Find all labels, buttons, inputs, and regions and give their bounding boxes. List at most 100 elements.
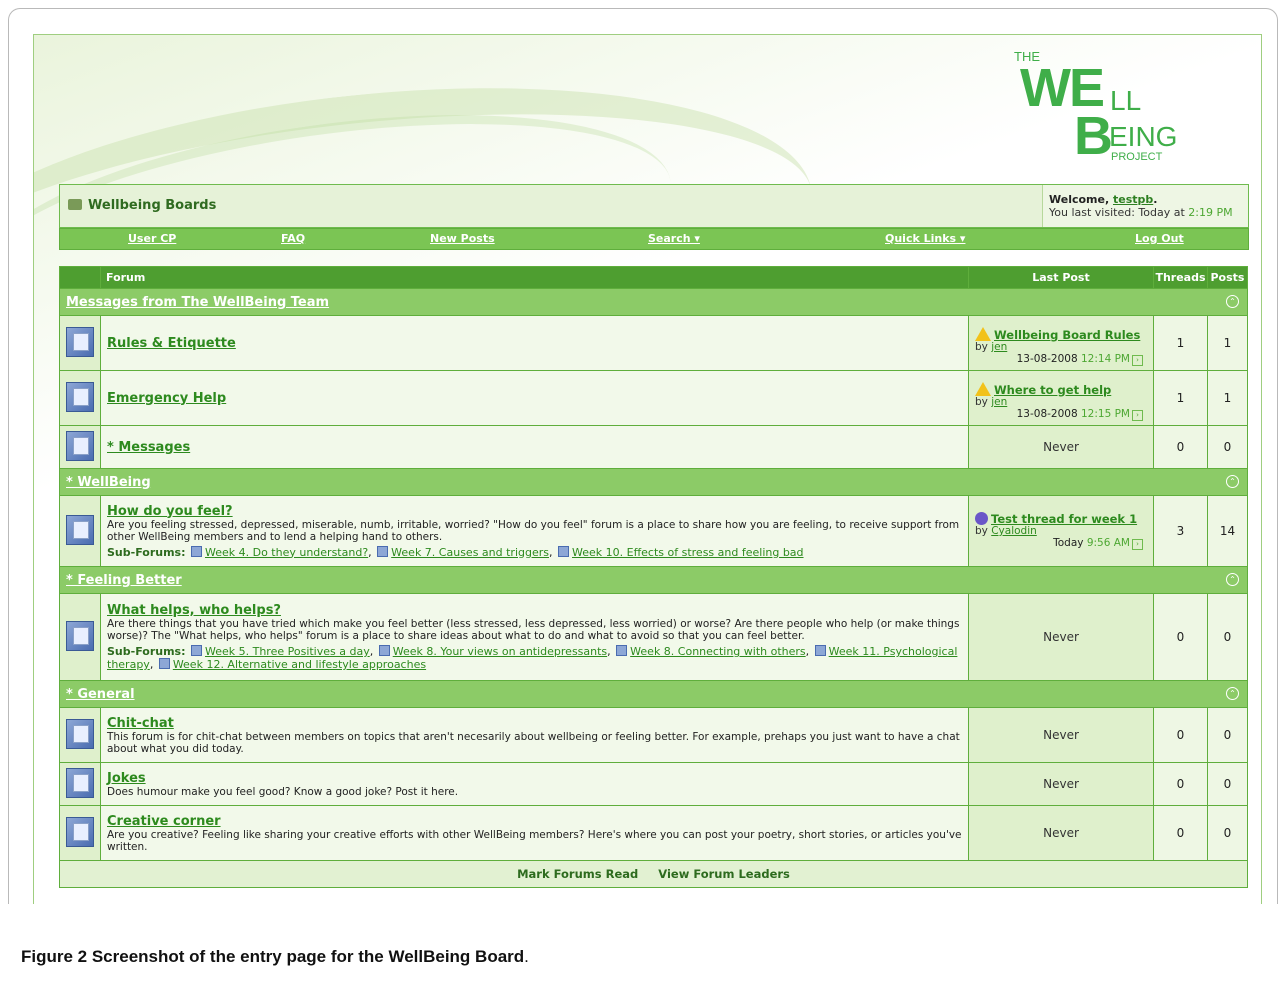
last-post-user[interactable]: jen — [991, 341, 1007, 353]
header-threads: Threads — [1154, 267, 1207, 288]
forum-link[interactable]: Creative corner — [107, 814, 962, 829]
last-post-user[interactable]: Cyalodin — [991, 525, 1037, 537]
posts-count: 14 — [1208, 496, 1247, 566]
welcome-prefix: Welcome, — [1049, 193, 1113, 206]
posts-count: 1 — [1208, 371, 1247, 425]
collapse-icon[interactable]: ⌃ — [1226, 686, 1239, 700]
forum-link[interactable]: Jokes — [107, 771, 962, 786]
threads-count: 3 — [1154, 496, 1207, 566]
header-icon-cell — [60, 267, 100, 288]
threads-count: 1 — [1154, 371, 1207, 425]
category-link[interactable]: * Feeling Better — [60, 573, 182, 588]
category-cell: * General ⌃ — [60, 681, 1247, 707]
forum-row: * Messages Never 0 0 — [60, 426, 1247, 468]
last-post-time: 12:15 PM — [1081, 407, 1130, 420]
forum-link[interactable]: * Messages — [107, 440, 190, 455]
search-menu[interactable]: Search ▾ — [648, 232, 700, 245]
caption-end: . — [524, 947, 529, 966]
sad-face-icon — [975, 512, 988, 525]
last-post-never: Never — [969, 594, 1153, 680]
forum-row: Chit-chat This forum is for chit-chat be… — [60, 708, 1247, 762]
collapse-icon[interactable]: ⌃ — [1226, 294, 1239, 308]
subforum-link[interactable]: Week 8. Connecting with others — [630, 645, 805, 658]
welcome-box: Welcome, testpb. You last visited: Today… — [1042, 185, 1248, 227]
subforum-link[interactable]: Week 8. Your views on antidepressants — [393, 645, 607, 658]
wellbeing-logo[interactable]: THE WE LL B EING PROJECT — [1014, 47, 1194, 167]
caption-label: Figure 2 Screenshot of the entry page fo… — [21, 947, 524, 966]
forum-link[interactable]: Chit-chat — [107, 716, 962, 731]
last-post-title[interactable]: Test thread for week 1 — [991, 512, 1137, 526]
logo-project: PROJECT — [1111, 151, 1163, 163]
last-post-by: by — [975, 395, 992, 408]
breadcrumb-bar: Wellbeing Boards Welcome, testpb. You la… — [59, 184, 1249, 228]
folder-icon — [68, 199, 82, 210]
forum-row: Creative corner Are you creative? Feelin… — [60, 806, 1247, 860]
subforum-link[interactable]: Week 12. Alternative and lifestyle appro… — [173, 658, 426, 671]
forum-link[interactable]: Rules & Etiquette — [107, 336, 236, 351]
user-cp-link[interactable]: User CP — [128, 232, 176, 245]
logo-eing: EING — [1109, 121, 1178, 152]
new-posts-link[interactable]: New Posts — [430, 232, 495, 245]
posts-count: 1 — [1208, 316, 1247, 370]
last-post-date: 13-08-2008 — [1016, 407, 1078, 420]
subforums-list: Sub-Forums: Week 5. Three Positives a da… — [107, 645, 958, 671]
category-link[interactable]: * WellBeing — [60, 475, 151, 490]
threads-count: 1 — [1154, 316, 1207, 370]
mark-forums-read-link[interactable]: Mark Forums Read — [517, 867, 638, 881]
posts-count: 0 — [1208, 594, 1247, 680]
forum-description: Are you feeling stressed, depressed, mis… — [107, 518, 960, 543]
subforum-link[interactable]: Week 10. Effects of stress and feeling b… — [572, 546, 804, 559]
forum-row: What helps, who helps? Are there things … — [60, 594, 1247, 680]
subforums-list: Sub-Forums: Week 4. Do they understand?,… — [107, 545, 804, 559]
threads-count: 0 — [1154, 806, 1207, 860]
go-to-last-post-icon[interactable]: › — [1132, 539, 1143, 550]
forum-status-icon — [66, 620, 94, 651]
forum-link[interactable]: How do you feel? — [107, 504, 962, 519]
last-post-title[interactable]: Wellbeing Board Rules — [994, 328, 1140, 342]
collapse-icon[interactable]: ⌃ — [1226, 572, 1239, 586]
forum-link[interactable]: What helps, who helps? — [107, 603, 962, 618]
forum-status-icon — [66, 767, 94, 798]
category-link[interactable]: Messages from The WellBeing Team — [60, 295, 329, 310]
threads-count: 0 — [1154, 708, 1207, 762]
subforum-link[interactable]: Week 4. Do they understand? — [205, 546, 368, 559]
subforum-link[interactable]: Week 7. Causes and triggers — [391, 546, 549, 559]
posts-count: 0 — [1208, 806, 1247, 860]
collapse-icon[interactable]: ⌃ — [1226, 474, 1239, 488]
forum-description: Are you creative? Feeling like sharing y… — [107, 828, 962, 853]
category-link[interactable]: * General — [60, 687, 135, 702]
forum-row: Jokes Does humour make you feel good? Kn… — [60, 763, 1247, 805]
go-to-last-post-icon[interactable]: › — [1132, 409, 1143, 421]
category-cell: * Feeling Better ⌃ — [60, 567, 1247, 593]
go-to-last-post-icon[interactable]: › — [1132, 354, 1143, 366]
last-post-user[interactable]: jen — [991, 396, 1007, 408]
welcome-suffix: . — [1153, 193, 1158, 206]
threads-count: 0 — [1154, 426, 1207, 468]
subforum-icon — [814, 645, 826, 656]
last-post-never: Never — [969, 708, 1153, 762]
last-visited-time: 2:19 PM — [1188, 206, 1233, 219]
posts-count: 0 — [1208, 708, 1247, 762]
board-title[interactable]: Wellbeing Boards — [68, 198, 216, 213]
subforum-link[interactable]: Week 5. Three Positives a day — [205, 645, 370, 658]
view-forum-leaders-link[interactable]: View Forum Leaders — [658, 867, 790, 881]
subforums-label: Sub-Forums: — [107, 645, 186, 658]
figure-caption: Figure 2 Screenshot of the entry page fo… — [21, 947, 529, 967]
forum-row: Emergency Help Where to get help by jen … — [60, 371, 1247, 425]
username-link[interactable]: testpb — [1113, 193, 1153, 206]
forum-description: This forum is for chit-chat between memb… — [107, 730, 960, 755]
last-post-title[interactable]: Where to get help — [994, 383, 1111, 397]
warning-icon — [975, 381, 991, 396]
forum-description: Does humour make you feel good? Know a g… — [107, 785, 459, 798]
forum-status-icon — [66, 326, 94, 357]
table-header-row: Forum Last Post Threads Posts — [60, 267, 1247, 288]
forum-table: Forum Last Post Threads Posts Messages f… — [59, 266, 1248, 888]
quick-links-menu[interactable]: Quick Links ▾ — [885, 232, 965, 245]
log-out-link[interactable]: Log Out — [1135, 232, 1184, 245]
forum-link[interactable]: Emergency Help — [107, 391, 226, 406]
faq-link[interactable]: FAQ — [281, 232, 305, 245]
category-row: * WellBeing ⌃ — [60, 469, 1247, 495]
last-post-cell: Test thread for week 1 by Cyalodin Today… — [969, 496, 1153, 566]
forum-row: Rules & Etiquette Wellbeing Board Rules … — [60, 316, 1247, 370]
forum-status-icon — [66, 816, 94, 847]
